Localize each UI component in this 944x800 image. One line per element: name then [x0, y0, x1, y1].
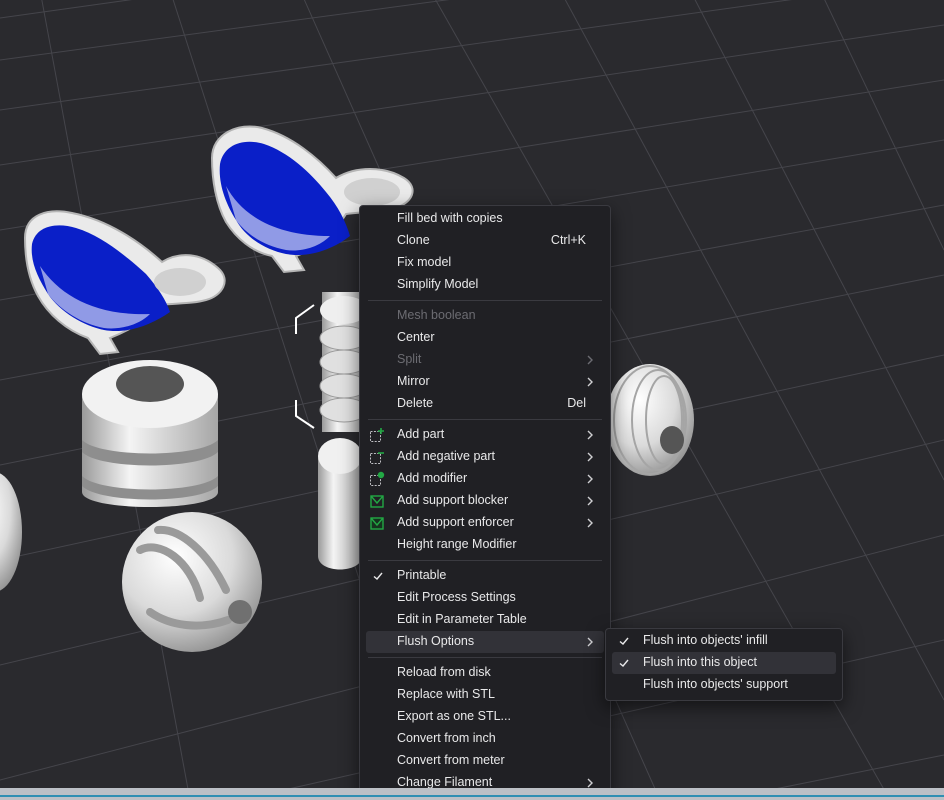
menu-item-add-part[interactable]: Add part: [366, 424, 604, 446]
checkmark-icon: [619, 637, 629, 645]
menu-item-label: Mirror: [397, 374, 430, 388]
support-blocker-icon: [370, 495, 384, 508]
menu-item-label: Fix model: [397, 255, 452, 269]
menu-item-clone[interactable]: Clone Ctrl+K: [366, 230, 604, 252]
menu-item-flush-into-objects-infill[interactable]: Flush into objects' infill: [612, 630, 836, 652]
menu-item-mesh-boolean: Mesh boolean: [366, 305, 604, 327]
chevron-right-icon: [587, 452, 593, 462]
ringed-cylinder: [82, 360, 218, 507]
menu-separator: [368, 657, 602, 658]
menu-separator: [368, 300, 602, 301]
menu-item-add-support-enforcer[interactable]: Add support enforcer: [366, 512, 604, 534]
menu-item-flush-options[interactable]: Flush Options: [366, 631, 604, 653]
checkmark-icon: [373, 572, 383, 580]
menu-item-label: Add modifier: [397, 471, 468, 485]
chevron-right-icon: [587, 377, 593, 387]
chevron-right-icon: [587, 637, 593, 647]
grooved-sphere: [122, 512, 262, 652]
support-enforcer-icon: [370, 517, 384, 530]
menu-item-label: Add part: [397, 427, 445, 441]
menu-item-label: Export as one STL...: [397, 709, 511, 723]
menu-item-label: Split: [397, 352, 422, 366]
menu-item-flush-into-this-object[interactable]: Flush into this object: [612, 652, 836, 674]
add-negative-part-icon: [370, 452, 384, 464]
menu-separator: [368, 560, 602, 561]
chevron-right-icon: [587, 518, 593, 528]
menu-separator: [368, 419, 602, 420]
menu-item-label: Center: [397, 330, 435, 344]
menu-item-height-range-modifier[interactable]: Height range Modifier: [366, 534, 604, 556]
menu-item-label: Height range Modifier: [397, 537, 517, 551]
menu-item-label: Reload from disk: [397, 665, 491, 679]
menu-item-label: Printable: [397, 568, 447, 582]
menu-item-label: Edit in Parameter Table: [397, 612, 527, 626]
menu-item-label: Flush into this object: [643, 655, 757, 669]
chevron-right-icon: [587, 474, 593, 484]
menu-item-label: Add negative part: [397, 449, 495, 463]
add-modifier-icon: [370, 471, 385, 486]
menu-item-simplify-model[interactable]: Simplify Model: [366, 274, 604, 296]
menu-item-label: Edit Process Settings: [397, 590, 516, 604]
menu-item-add-modifier[interactable]: Add modifier: [366, 468, 604, 490]
ringed-sphere: [606, 364, 694, 476]
menu-item-mirror[interactable]: Mirror: [366, 371, 604, 393]
shortcut-label: Ctrl+K: [550, 233, 586, 247]
menu-item-add-negative-part[interactable]: Add negative part: [366, 446, 604, 468]
ribbed-cylinder: [318, 438, 362, 570]
menu-item-fill-bed[interactable]: Fill bed with copies: [366, 208, 604, 230]
menu-item-label: Fill bed with copies: [397, 211, 503, 225]
menu-item-label: Replace with STL: [397, 687, 495, 701]
menu-item-label: Delete: [397, 396, 434, 410]
menu-item-label: Convert from inch: [397, 731, 496, 745]
menu-item-label: Convert from meter: [397, 753, 505, 767]
shortcut-label: Del: [567, 396, 586, 410]
menu-item-center[interactable]: Center: [366, 327, 604, 349]
menu-item-label: Add support blocker: [397, 493, 509, 507]
menu-item-edit-in-parameter-table[interactable]: Edit in Parameter Table: [366, 609, 604, 631]
chevron-right-icon: [587, 355, 593, 365]
menu-item-label: Flush into objects' infill: [643, 633, 768, 647]
menu-item-label: Simplify Model: [397, 277, 479, 291]
menu-item-label: Add support enforcer: [397, 515, 514, 529]
menu-item-convert-from-meter[interactable]: Convert from meter: [366, 750, 604, 772]
add-part-icon: [370, 428, 384, 442]
chevron-right-icon: [587, 496, 593, 506]
menu-item-export-as-one-stl[interactable]: Export as one STL...: [366, 706, 604, 728]
whale-model: [23, 210, 226, 356]
menu-item-convert-from-inch[interactable]: Convert from inch: [366, 728, 604, 750]
menu-item-fix-model[interactable]: Fix model: [366, 252, 604, 274]
object-context-menu: Fill bed with copies Clone Ctrl+K Fix mod…: [359, 205, 611, 798]
menu-item-add-support-blocker[interactable]: Add support blocker: [366, 490, 604, 512]
menu-item-label: Flush Options: [397, 634, 475, 648]
menu-item-flush-into-objects-support[interactable]: Flush into objects' support: [612, 674, 836, 696]
menu-item-printable[interactable]: Printable: [366, 565, 604, 587]
menu-item-label: Change Filament: [397, 775, 493, 789]
menu-item-label: Clone: [397, 233, 430, 247]
sphere: [0, 473, 22, 591]
menu-item-reload-from-disk[interactable]: Reload from disk: [366, 662, 604, 684]
chevron-right-icon: [587, 430, 593, 440]
menu-item-delete[interactable]: Delete Del: [366, 393, 604, 415]
flush-options-submenu: Flush into objects' infill Flush into th…: [605, 628, 843, 701]
menu-item-label: Mesh boolean: [397, 308, 476, 322]
checkmark-icon: [619, 659, 629, 667]
menu-item-label: Flush into objects' support: [643, 677, 788, 691]
menu-item-edit-process-settings[interactable]: Edit Process Settings: [366, 587, 604, 609]
bottom-status-bar: [0, 788, 944, 800]
menu-item-split: Split: [366, 349, 604, 371]
bottom-accent-line: [0, 795, 944, 797]
menu-item-replace-with-stl[interactable]: Replace with STL: [366, 684, 604, 706]
